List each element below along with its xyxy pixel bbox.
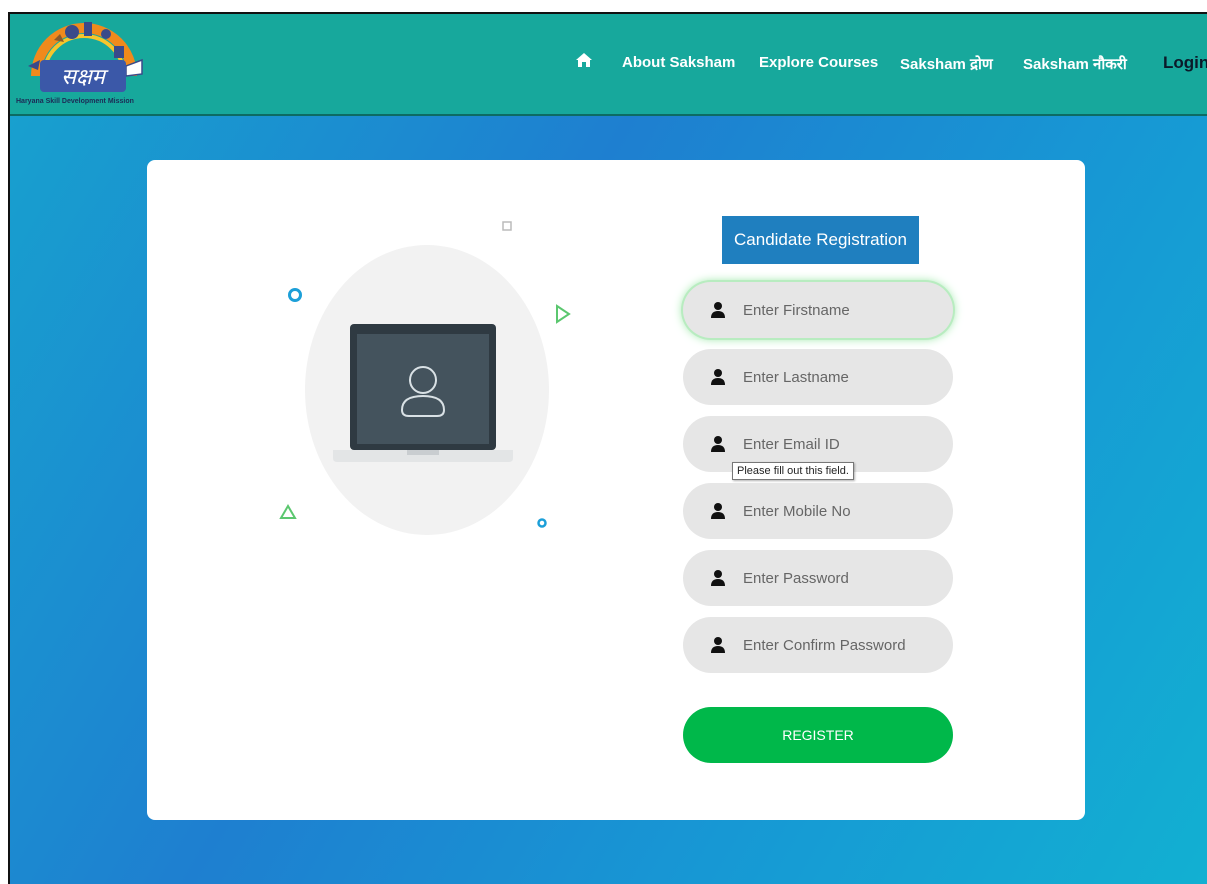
firstname-input[interactable] (741, 300, 945, 320)
small-ring-decoration (537, 518, 547, 528)
password-input[interactable] (741, 568, 945, 588)
email-input[interactable] (741, 434, 945, 454)
user-icon (711, 302, 725, 318)
logo-subtitle: Haryana Skill Development Mission (16, 98, 134, 105)
navbar: सक्षम Haryana Skill Development Mission … (10, 14, 1207, 116)
user-icon (711, 570, 725, 586)
triangle-decoration (279, 504, 297, 519)
register-button[interactable]: REGISTER (683, 707, 953, 763)
mobile-field[interactable] (683, 483, 953, 539)
user-icon (711, 637, 725, 653)
nav-explore-courses[interactable]: Explore Courses (759, 54, 878, 71)
registration-card: Candidate Registration REGISTER (147, 160, 1085, 820)
nav-about-saksham[interactable]: About Saksham (622, 54, 735, 71)
play-triangle-decoration (556, 304, 571, 324)
nav-saksham-naukri[interactable]: Saksham नौकरी (1023, 54, 1127, 74)
validation-tooltip: Please fill out this field. (732, 462, 854, 480)
laptop-illustration (279, 221, 571, 535)
home-icon (576, 53, 592, 67)
mobile-input[interactable] (741, 501, 945, 521)
saksham-logo[interactable]: सक्षम Haryana Skill Development Mission (14, 16, 154, 108)
square-decoration (502, 221, 512, 231)
password-field[interactable] (683, 550, 953, 606)
ring-decoration (288, 288, 302, 302)
registration-title: Candidate Registration (722, 216, 919, 264)
firstname-field[interactable] (683, 282, 953, 338)
logo-graphic: सक्षम (28, 22, 143, 92)
lastname-field[interactable] (683, 349, 953, 405)
user-icon (711, 503, 725, 519)
lastname-input[interactable] (741, 367, 945, 387)
confirm-password-field[interactable] (683, 617, 953, 673)
user-icon (711, 369, 725, 385)
nav-home[interactable] (575, 52, 593, 72)
nav-saksham-drona[interactable]: Saksham द्रोण (900, 54, 993, 74)
browser-viewport: सक्षम Haryana Skill Development Mission … (8, 12, 1207, 884)
user-icon (711, 436, 725, 452)
confirm-password-input[interactable] (741, 635, 945, 655)
logo-text: सक्षम (61, 65, 109, 90)
nav-login[interactable]: Login (1163, 53, 1207, 73)
